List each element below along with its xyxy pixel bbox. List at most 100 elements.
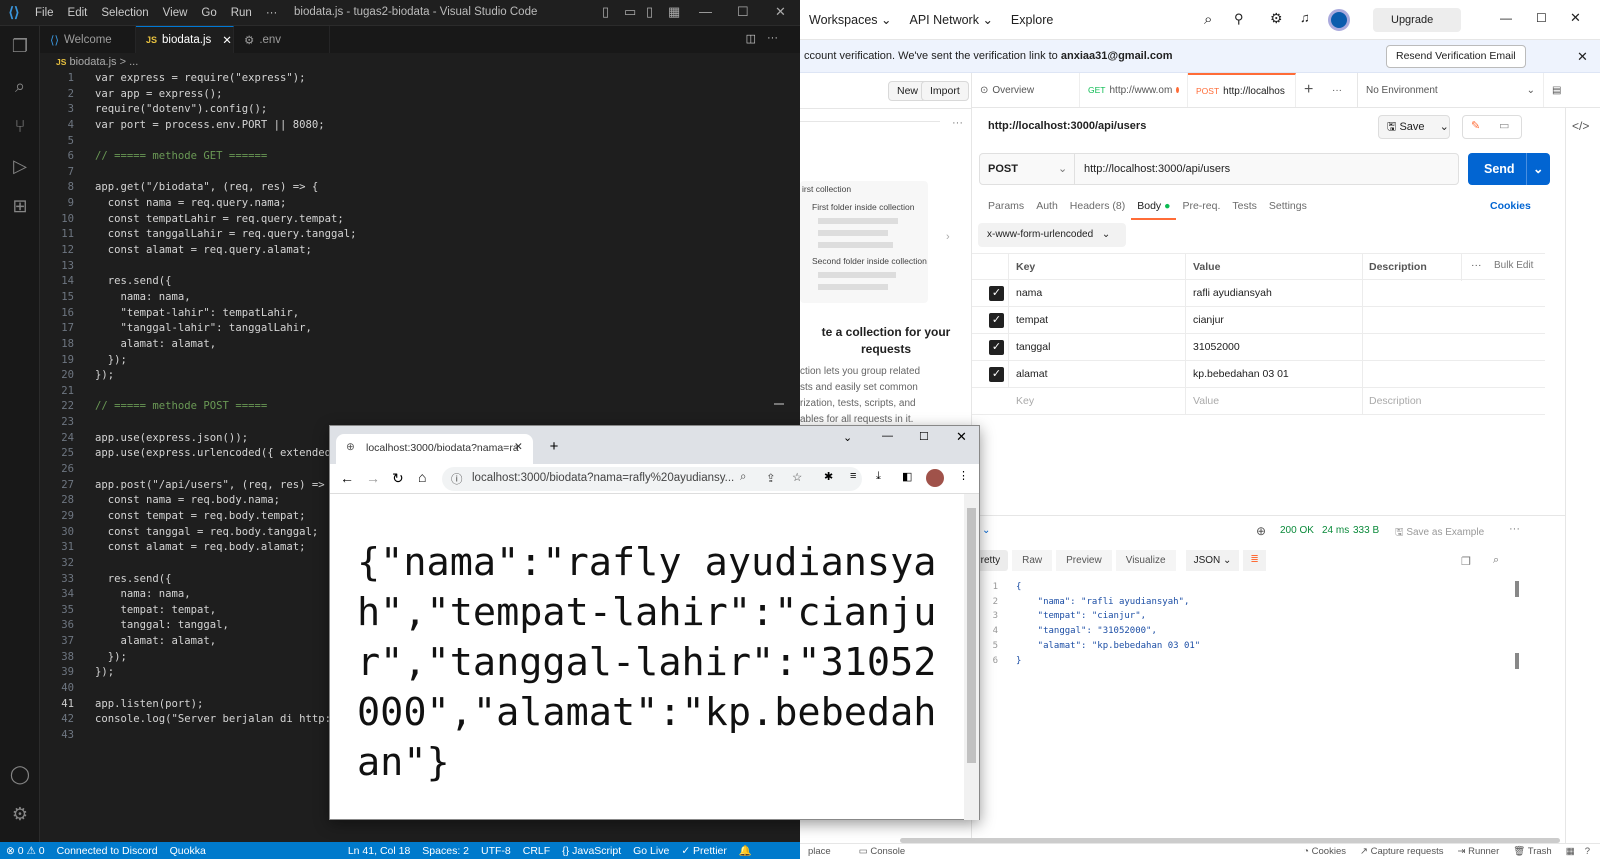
tab-search-icon[interactable]: ⌄: [843, 431, 852, 444]
address-text[interactable]: localhost:3000/biodata?nama=rafly%20ayud…: [472, 472, 734, 484]
notifications-icon[interactable]: 🔔: [733, 844, 758, 857]
extensions-icon[interactable]: ⊞: [8, 194, 32, 218]
menu-file[interactable]: File: [28, 7, 61, 19]
source-control-icon[interactable]: ⑂: [8, 114, 32, 138]
layout-customize-icon[interactable]: ▦: [668, 4, 680, 20]
tab-post-request[interactable]: POST http://localhos: [1188, 73, 1296, 107]
code-snippet-icon[interactable]: </>: [1572, 119, 1589, 133]
horizontal-scrollbar[interactable]: [900, 838, 1560, 843]
dismiss-icon[interactable]: ✕: [1577, 40, 1588, 73]
kebab-menu-icon[interactable]: ⋮: [958, 469, 969, 482]
menu-view[interactable]: View: [156, 7, 195, 19]
minimize-icon[interactable]: —: [1500, 11, 1512, 25]
more-icon[interactable]: ···: [952, 117, 963, 129]
more-icon[interactable]: ···: [1509, 523, 1520, 535]
home-icon[interactable]: ⌂: [418, 469, 426, 485]
encoding[interactable]: UTF-8: [475, 845, 517, 857]
avatar[interactable]: [1328, 9, 1350, 31]
extensions-icon[interactable]: ✱: [824, 470, 833, 483]
scrollbar-thumb[interactable]: [1515, 653, 1519, 669]
trash-button[interactable]: 🗑 Trash: [1513, 846, 1565, 857]
code-line[interactable]: 1 var express = require("express");: [40, 71, 800, 87]
close-tab-icon[interactable]: ✕: [514, 441, 523, 453]
scrollbar-thumb[interactable]: [774, 403, 784, 405]
kv-key[interactable]: tempat: [1016, 314, 1048, 326]
code-line[interactable]: 14 res.send({: [40, 274, 800, 290]
code-line[interactable]: 21: [40, 384, 800, 400]
code-line[interactable]: 3 require("dotenv").config();: [40, 102, 800, 118]
layout-icon[interactable]: ▦: [1566, 846, 1585, 857]
prettier-status[interactable]: ✓ Prettier: [675, 845, 733, 857]
tab-tests[interactable]: Tests: [1226, 200, 1263, 220]
capture-requests-button[interactable]: ↗ Capture requests: [1360, 846, 1457, 857]
nav-workspaces[interactable]: Workspaces ⌄: [800, 12, 901, 27]
layout-secondary-icon[interactable]: ▯: [646, 4, 653, 20]
avatar[interactable]: [926, 469, 944, 487]
site-info-icon[interactable]: ⓘ: [451, 471, 463, 487]
response-size[interactable]: 333 B: [1353, 525, 1379, 536]
code-line[interactable]: 16 "tempat-lahir": tempatLahir,: [40, 306, 800, 322]
code-line[interactable]: 7: [40, 165, 800, 181]
key-placeholder[interactable]: Key: [1016, 395, 1034, 407]
close-icon[interactable]: ✕: [775, 4, 786, 20]
cookies-button[interactable]: ◔ Cookies: [1303, 846, 1360, 857]
more-icon[interactable]: ···: [1471, 259, 1482, 271]
save-button[interactable]: 🖫 Save ⌄: [1378, 115, 1450, 139]
url-input[interactable]: http://localhost:3000/api/users: [1084, 163, 1230, 175]
format-select[interactable]: JSON ⌄: [1185, 550, 1240, 571]
search-icon[interactable]: ⌕: [1204, 11, 1212, 28]
tab-visualize[interactable]: Visualize: [1115, 550, 1176, 571]
code-line[interactable]: 17 "tanggal-lahir": tanggalLahir,: [40, 321, 800, 337]
new-tab-icon[interactable]: +: [543, 436, 565, 458]
edit-icon[interactable]: ✎: [1471, 119, 1480, 132]
environment-selector[interactable]: No Environment ⌄: [1358, 73, 1544, 107]
row-checkbox[interactable]: ✓: [989, 313, 1004, 328]
language-mode[interactable]: {} JavaScript: [556, 845, 627, 857]
description-placeholder[interactable]: Description: [1369, 395, 1422, 407]
menu-edit[interactable]: Edit: [61, 7, 95, 19]
method-select[interactable]: POST: [988, 163, 1018, 175]
code-line[interactable]: 19 });: [40, 353, 800, 369]
code-line[interactable]: 20});: [40, 368, 800, 384]
save-as-example-button[interactable]: 🖫 Save as Example: [1395, 525, 1484, 542]
code-line[interactable]: 8 app.get("/biodata", (req, res) => {: [40, 180, 800, 196]
console-prefix[interactable]: place: [800, 846, 831, 857]
response-body[interactable]: 1{2 "nama": "rafli ayudiansyah", 3 "tempa…: [972, 580, 1512, 668]
settings-icon[interactable]: ⚙: [1270, 10, 1283, 27]
kv-key[interactable]: alamat: [1016, 368, 1048, 380]
tab-biodata-js[interactable]: JS biodata.js ✕: [136, 26, 234, 53]
chevron-down-icon[interactable]: ⌄: [1058, 162, 1067, 175]
breadcrumb-path[interactable]: biodata.js > ...: [69, 56, 138, 68]
resend-verification-button[interactable]: Resend Verification Email: [1386, 45, 1526, 68]
account-icon[interactable]: ◯: [8, 762, 32, 786]
invite-icon[interactable]: ⚲: [1234, 11, 1244, 27]
menu-more[interactable]: ···: [259, 7, 285, 19]
minimize-icon[interactable]: —: [699, 4, 712, 19]
nav-explore[interactable]: Explore: [1002, 13, 1062, 27]
maximize-icon[interactable]: ☐: [1536, 11, 1547, 25]
runner-button[interactable]: ⇥ Runner: [1457, 846, 1513, 857]
code-line[interactable]: 5: [40, 134, 800, 150]
console-button[interactable]: ▭ Console: [831, 846, 905, 857]
import-button[interactable]: Import: [921, 81, 969, 101]
search-icon[interactable]: ⌕: [1493, 554, 1499, 567]
maximize-icon[interactable]: ☐: [737, 4, 749, 20]
code-line[interactable]: 15 nama: nama,: [40, 290, 800, 306]
code-line[interactable]: 13: [40, 259, 800, 275]
code-line[interactable]: 22 // ===== methode POST =====: [40, 399, 800, 415]
kv-value[interactable]: 31052000: [1193, 341, 1240, 353]
scrollbar-thumb[interactable]: [967, 508, 976, 763]
zoom-icon[interactable]: ⌕: [740, 471, 746, 484]
code-line[interactable]: 9 const nama = req.query.nama;: [40, 196, 800, 212]
maximize-icon[interactable]: ☐: [919, 430, 929, 443]
go-live-button[interactable]: Go Live: [627, 845, 675, 857]
forward-icon[interactable]: →: [366, 470, 380, 486]
nav-api-network[interactable]: API Network ⌄: [901, 12, 1002, 27]
tab-body[interactable]: Body ●: [1131, 200, 1177, 220]
split-editor-icon[interactable]: ◫: [746, 32, 756, 45]
tab-prerequest[interactable]: Pre-req.: [1176, 200, 1226, 220]
tab-env[interactable]: ⚙ .env: [234, 26, 330, 53]
code-line[interactable]: 4 var port = process.env.PORT || 8080;: [40, 118, 800, 134]
value-placeholder[interactable]: Value: [1193, 395, 1219, 407]
discord-status[interactable]: Connected to Discord: [51, 845, 164, 857]
